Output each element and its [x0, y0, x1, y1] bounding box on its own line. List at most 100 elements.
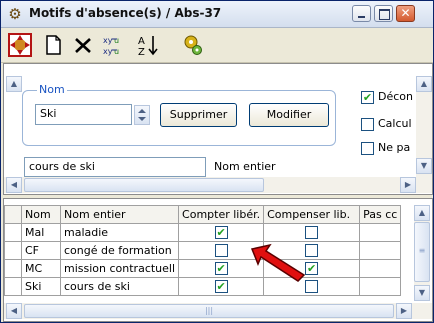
cell-nom-entier[interactable]: mission contractuell	[59, 259, 180, 278]
column-header-compenser[interactable]: Compenser lib.	[263, 205, 361, 224]
detail-vertical-scrollbar[interactable]: ▲ ▼	[416, 76, 432, 177]
cell-pas[interactable]	[359, 223, 402, 242]
cell-nom[interactable]: Mal	[21, 223, 61, 242]
minimize-button[interactable]	[352, 5, 371, 22]
reasons-table: Nom Nom entier Compter libér. Compenser …	[4, 205, 402, 296]
grid-horizontal-scrollbar[interactable]: ◀ ||| ▶	[4, 303, 432, 319]
group-label: Nom	[37, 83, 67, 96]
column-header-compter[interactable]: Compter libér.	[178, 205, 265, 224]
check-icon: ✔	[362, 91, 373, 104]
svg-text:xy: xy	[103, 36, 113, 45]
table-row[interactable]: CF congé de formation	[4, 241, 402, 260]
row-indicator[interactable]	[4, 259, 22, 278]
cell-nom[interactable]: Ski	[21, 277, 61, 296]
compter-checkbox[interactable]: ✔	[214, 262, 228, 276]
full-name-field[interactable]: cours de ski	[24, 157, 206, 177]
checkbox-ne-pas-label: Ne pa	[378, 141, 411, 154]
checkbox-calcul-label: Calcul	[378, 117, 412, 130]
move-icon	[8, 33, 32, 57]
gear-icon	[184, 35, 202, 55]
delete-name-button[interactable]: Supprimer	[160, 103, 237, 127]
column-header-nom[interactable]: Nom	[21, 205, 61, 224]
scroll-up-left-button[interactable]: ▲	[6, 76, 22, 92]
checkbox-ne-pas[interactable]	[361, 142, 374, 155]
absence-reasons-grid: Nom Nom entier Compter libér. Compenser …	[3, 198, 433, 322]
check-icon: ✔	[216, 226, 226, 240]
cell-pas[interactable]	[359, 259, 402, 278]
name-field[interactable]: Ski	[35, 104, 132, 125]
cell-nom[interactable]: MC	[21, 259, 61, 278]
column-header-nom-entier[interactable]: Nom entier	[59, 205, 180, 224]
svg-text:A: A	[138, 36, 145, 47]
checkbox-calcul[interactable]	[361, 118, 374, 131]
sort-az-icon: A Z	[138, 36, 158, 58]
modify-button[interactable]: Modifier	[249, 103, 329, 127]
scroll-up-button[interactable]: ▲	[416, 76, 432, 92]
minimize-icon	[358, 16, 365, 18]
check-icon: ✔	[216, 280, 226, 294]
app-icon: ⚙	[8, 5, 22, 23]
detail-panel: Nom Ski Supprimer Modifier cours de ski …	[3, 63, 433, 195]
compter-checkbox[interactable]: ✔	[214, 226, 228, 240]
app-window: ⚙ Motifs d'absence(s) / Abs-37 ✕ xy xy u…	[0, 0, 434, 323]
compter-checkbox[interactable]	[214, 244, 228, 258]
grid-scroll-up-button[interactable]: ▲	[414, 205, 430, 221]
close-icon: ✕	[400, 6, 411, 20]
cell-nom-entier[interactable]: cours de ski	[59, 277, 180, 296]
name-groupbox: Nom Ski Supprimer Modifier	[22, 83, 336, 146]
row-indicator[interactable]	[4, 277, 22, 296]
scroll-down-button[interactable]: ▼	[416, 158, 432, 174]
window-title: Motifs d'absence(s) / Abs-37	[29, 6, 222, 20]
svg-text:u: u	[114, 47, 119, 56]
table-row[interactable]: MC mission contractuell ✔ ✔	[4, 259, 402, 278]
svg-text:Z: Z	[138, 47, 145, 57]
grid-scroll-right-button[interactable]: ▶	[396, 303, 412, 319]
scroll-left-button[interactable]: ◀	[6, 177, 22, 193]
grid-scroll-thumb[interactable]: ≡	[414, 222, 430, 282]
annotation-arrow-icon	[250, 243, 306, 282]
table-header-row: Nom Nom entier Compter libér. Compenser …	[4, 205, 402, 224]
new-document-icon	[46, 35, 61, 55]
maximize-icon	[379, 9, 390, 20]
sort-list-icon: xy xy u u	[103, 36, 119, 56]
horizontal-scroll-thumb[interactable]	[24, 178, 264, 192]
title-bar[interactable]: ⚙ Motifs d'absence(s) / Abs-37 ✕	[1, 1, 433, 28]
cell-nom-entier[interactable]: congé de formation	[59, 241, 180, 260]
scroll-right-button[interactable]: ▶	[400, 177, 416, 193]
checkbox-decon[interactable]: ✔	[361, 91, 374, 104]
spin-arrows-icon	[138, 109, 146, 121]
name-spin-button[interactable]	[134, 105, 150, 125]
checkbox-decon-label: Décon	[378, 90, 413, 103]
close-button[interactable]: ✕	[396, 5, 415, 22]
move-button[interactable]	[8, 33, 32, 57]
row-indicator-header	[4, 205, 22, 224]
cell-nom[interactable]: CF	[21, 241, 61, 260]
maximize-button[interactable]	[374, 5, 393, 22]
svg-text:u: u	[114, 36, 119, 45]
new-document-button[interactable]	[41, 33, 65, 57]
detail-horizontal-scrollbar[interactable]: ◀ ▶	[4, 177, 432, 193]
grid-vertical-scrollbar[interactable]: ▲ ≡ ▼	[414, 205, 430, 301]
cell-pas[interactable]	[359, 241, 402, 260]
cell-nom-entier[interactable]: maladie	[59, 223, 180, 242]
svg-text:xy: xy	[103, 47, 113, 56]
full-name-label: Nom entier	[214, 160, 276, 173]
row-indicator[interactable]	[4, 223, 22, 242]
settings-button[interactable]	[181, 33, 205, 57]
grid-scroll-down-button[interactable]: ▼	[414, 285, 430, 301]
grid-horizontal-scroll-thumb[interactable]: |||	[24, 304, 394, 318]
delete-button[interactable]	[71, 33, 95, 57]
row-indicator[interactable]	[4, 241, 22, 260]
grid-scroll-left-button[interactable]: ◀	[6, 303, 22, 319]
toolbar: xy xy u u A Z	[1, 28, 433, 63]
table-row[interactable]: Ski cours de ski ✔	[4, 277, 402, 296]
cell-pas[interactable]	[359, 277, 402, 296]
compenser-checkbox[interactable]	[305, 226, 319, 240]
column-header-pas[interactable]: Pas cc	[359, 205, 402, 224]
sort-az-button[interactable]: A Z	[136, 33, 160, 58]
compter-checkbox[interactable]: ✔	[214, 280, 228, 294]
delete-icon	[75, 38, 91, 53]
sort-list-button[interactable]: xy xy u u	[101, 33, 125, 57]
table-row[interactable]: Mal maladie ✔	[4, 223, 402, 242]
check-icon: ✔	[216, 262, 226, 276]
